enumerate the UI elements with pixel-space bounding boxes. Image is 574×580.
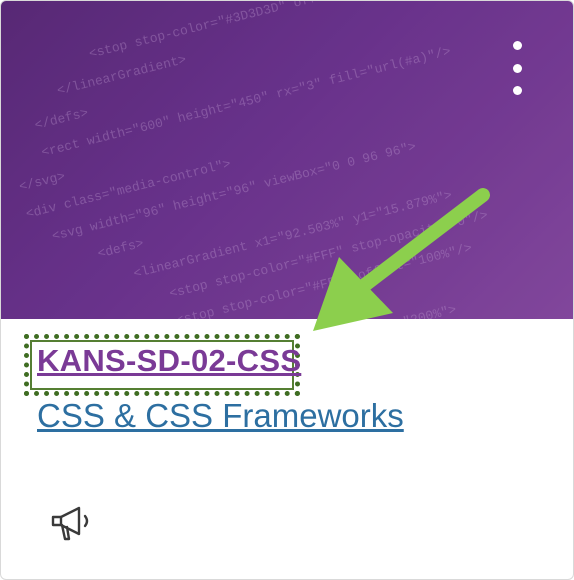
announcements-button[interactable]	[49, 503, 91, 545]
card-options-menu-button[interactable]	[511, 41, 523, 95]
megaphone-icon	[51, 506, 89, 541]
kebab-dot-icon	[512, 86, 522, 95]
course-name-link[interactable]: CSS & CSS Frameworks	[37, 397, 404, 435]
kebab-dot-icon	[512, 41, 522, 50]
course-card[interactable]: <stop stop-color="#3D3D3D" offset="100%"…	[0, 0, 574, 580]
code-background-graphic: <stop stop-color="#3D3D3D" offset="100%"…	[1, 1, 573, 319]
course-card-image[interactable]: <stop stop-color="#3D3D3D" offset="100%"…	[1, 1, 573, 319]
kebab-dot-icon	[512, 63, 522, 73]
course-code-link[interactable]: KANS-SD-02-CSS	[37, 343, 301, 379]
